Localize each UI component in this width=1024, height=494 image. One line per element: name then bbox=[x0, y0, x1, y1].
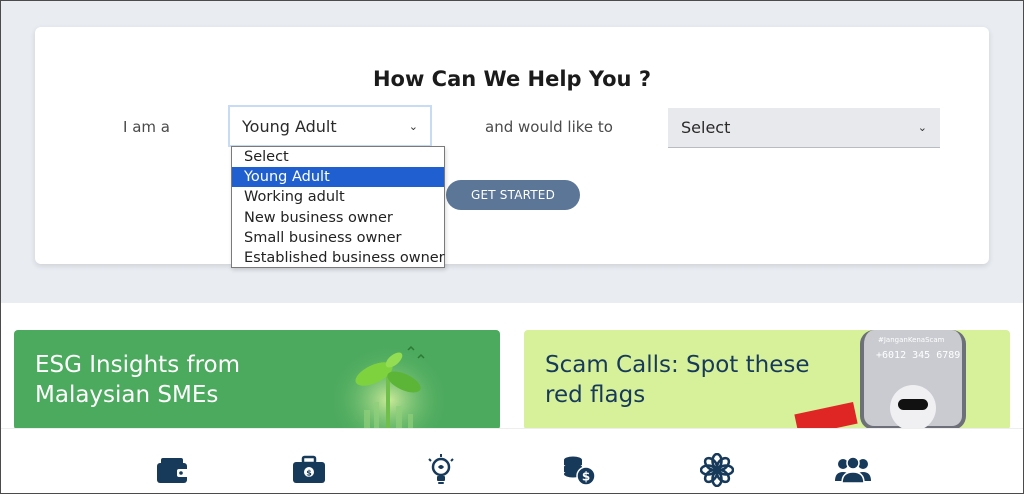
wallet-icon[interactable] bbox=[153, 453, 193, 487]
esg-promo-title: ESG Insights from Malaysian SMEs bbox=[35, 350, 240, 410]
scam-promo-card[interactable]: Scam Calls: Spot these red flags #Jangan… bbox=[524, 330, 1010, 430]
phone-number: +6012 345 6789 bbox=[876, 350, 961, 361]
dropdown-option-working-adult[interactable]: Working adult bbox=[232, 187, 444, 207]
role-dropdown-list: Select Young Adult Working adult New bus… bbox=[231, 146, 445, 268]
chevron-down-icon: ⌄ bbox=[408, 119, 418, 133]
dropdown-option-established-business-owner[interactable]: Established business owner bbox=[232, 248, 445, 268]
scam-promo-title: Scam Calls: Spot these red flags bbox=[545, 350, 810, 410]
esg-promo-card[interactable]: ESG Insights from Malaysian SMEs bbox=[14, 330, 500, 430]
svg-text:$: $ bbox=[582, 470, 590, 484]
masked-caller-icon bbox=[890, 385, 936, 430]
flower-icon[interactable] bbox=[697, 453, 737, 487]
chevron-down-icon: ⌄ bbox=[917, 121, 927, 134]
mask-band bbox=[898, 399, 928, 410]
help-card: How Can We Help You ? I am a Young Adult… bbox=[35, 27, 989, 264]
help-title: How Can We Help You ? bbox=[372, 67, 652, 91]
action-select-value: Select bbox=[681, 118, 731, 137]
lightbulb-idea-icon[interactable] bbox=[421, 453, 461, 487]
would-like-label: and would like to bbox=[485, 118, 613, 136]
bottom-icon-bar: $ $ bbox=[1, 428, 1023, 493]
iam-label: I am a bbox=[123, 118, 170, 136]
action-select[interactable]: Select ⌄ bbox=[668, 108, 940, 148]
scam-title-line1: Scam Calls: Spot these bbox=[545, 352, 810, 378]
dropdown-option-small-business-owner[interactable]: Small business owner bbox=[232, 228, 444, 248]
coins-dollar-icon[interactable]: $ bbox=[559, 453, 599, 487]
phone-illustration: #JanganKenaScam +6012 345 6789 bbox=[860, 330, 966, 430]
scam-title-line2: red flags bbox=[545, 382, 646, 408]
dropdown-option-select[interactable]: Select bbox=[232, 147, 444, 167]
plant-illustration bbox=[334, 330, 444, 430]
dropdown-option-young-adult[interactable]: Young Adult bbox=[232, 167, 444, 188]
get-started-button[interactable]: GET STARTED bbox=[446, 180, 580, 210]
role-select[interactable]: Young Adult ⌄ bbox=[228, 105, 432, 147]
esg-title-line2: Malaysian SMEs bbox=[35, 382, 219, 408]
esg-title-line1: ESG Insights from bbox=[35, 352, 241, 378]
phone-hashtag: #JanganKenaScam bbox=[878, 336, 945, 344]
lower-section: ESG Insights from Malaysian SMEs Scam Ca… bbox=[1, 303, 1023, 493]
people-group-icon[interactable] bbox=[833, 453, 873, 487]
role-select-value: Young Adult bbox=[242, 116, 337, 136]
dropdown-option-new-business-owner[interactable]: New business owner bbox=[232, 208, 444, 228]
briefcase-money-icon[interactable]: $ bbox=[289, 453, 329, 487]
svg-text:$: $ bbox=[306, 469, 312, 478]
